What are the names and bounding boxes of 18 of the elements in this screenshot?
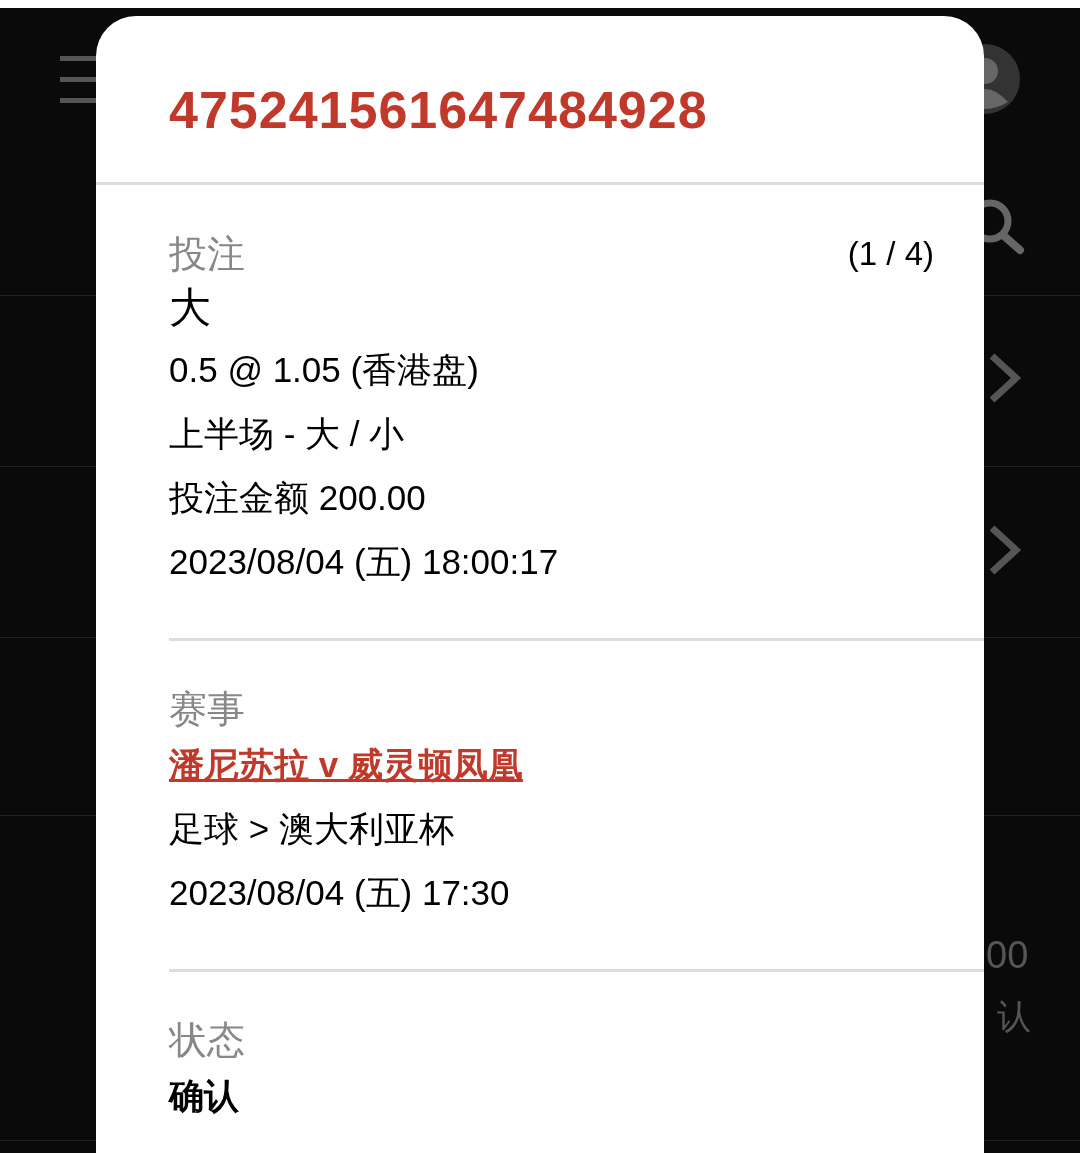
background-text: 00 xyxy=(986,933,1029,978)
page-counter: (1 / 4) xyxy=(847,234,934,274)
detail-text: 2023/08/04 (五) 17:30 xyxy=(169,873,510,912)
chevron-right-icon[interactable] xyxy=(988,524,1022,576)
status-text: 确认 xyxy=(169,1076,239,1115)
section-heading: 投注 xyxy=(169,232,245,277)
detail-text: 足球 > 澳大利亚杯 xyxy=(169,809,454,848)
chevron-right-icon[interactable] xyxy=(988,352,1022,404)
section-heading: 状态 xyxy=(169,1018,245,1063)
selection-text: 大 xyxy=(169,284,211,331)
detail-text: 上半场 - 大 / 小 xyxy=(169,414,405,453)
match-link[interactable]: 潘尼苏拉 v 威灵顿凤凰 xyxy=(169,745,523,784)
bet-id: 475241561647484928 xyxy=(169,80,708,141)
detail-text: 2023/08/04 (五) 18:00:17 xyxy=(169,542,559,581)
section-heading: 赛事 xyxy=(169,687,245,732)
background-text: 认 xyxy=(997,996,1031,1036)
detail-text: 投注金额 200.00 xyxy=(169,478,426,517)
detail-text: 0.5 @ 1.05 (香港盘) xyxy=(169,350,479,389)
